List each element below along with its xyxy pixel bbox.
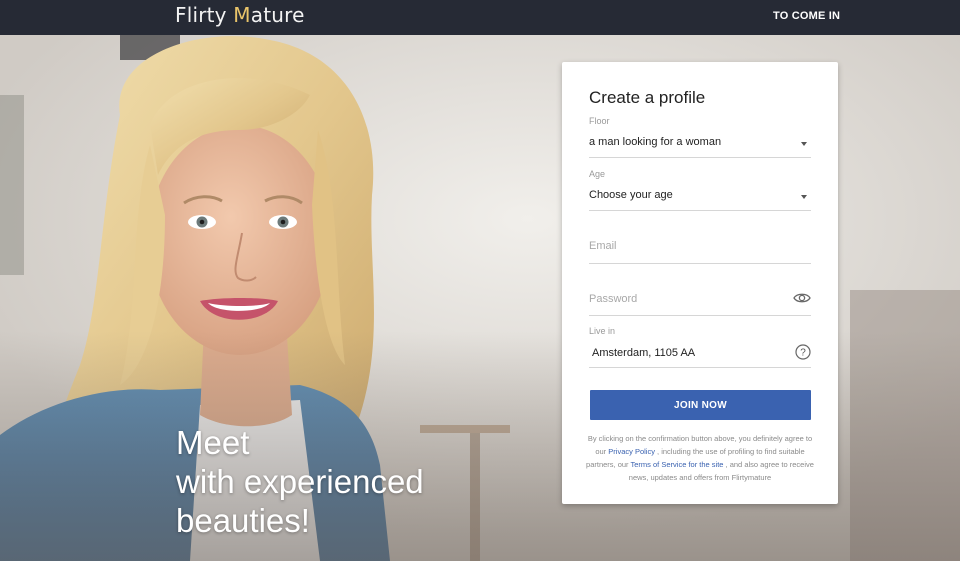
top-navigation-bar: Flirty Mature TO COME IN bbox=[0, 0, 960, 35]
floor-value[interactable]: a man looking for a woman bbox=[589, 136, 721, 148]
email-field[interactable]: Email bbox=[589, 222, 811, 265]
form-title: Create a profile bbox=[589, 88, 706, 107]
email-placeholder[interactable]: Email bbox=[589, 240, 617, 252]
eye-icon[interactable] bbox=[793, 291, 811, 305]
chevron-down-icon[interactable] bbox=[801, 142, 807, 146]
help-icon[interactable]: ? bbox=[795, 344, 811, 360]
join-now-button[interactable]: JOIN NOW bbox=[590, 390, 811, 420]
floor-underline bbox=[589, 157, 811, 158]
location-label: Live in bbox=[589, 326, 616, 336]
age-underline bbox=[589, 210, 811, 211]
login-link[interactable]: TO COME IN bbox=[773, 10, 840, 22]
privacy-policy-link[interactable]: Privacy Policy bbox=[608, 447, 655, 456]
legal-notice: By clicking on the confirmation button a… bbox=[586, 434, 814, 482]
terms-of-service-link[interactable]: Terms of Service for the site bbox=[631, 460, 724, 469]
age-label: Age bbox=[589, 169, 606, 179]
hero-headline: Meet with experienced beauties! bbox=[176, 423, 496, 540]
hero-line-3: beauties! bbox=[176, 502, 310, 539]
svg-text:?: ? bbox=[800, 348, 806, 359]
location-underline bbox=[589, 367, 811, 368]
chevron-down-icon[interactable] bbox=[801, 195, 807, 199]
email-underline bbox=[589, 263, 811, 264]
hero-line-2: with experienced bbox=[176, 463, 424, 500]
floor-label: Floor bbox=[589, 116, 610, 126]
hero-line-1: Meet bbox=[176, 424, 250, 461]
location-field[interactable]: Live in Amsterdam, 1105 AA ? bbox=[589, 326, 811, 369]
password-underline bbox=[589, 315, 811, 316]
registration-card: Create a profile Floor a man looking for… bbox=[562, 62, 838, 504]
age-select[interactable]: Age Choose your age bbox=[589, 169, 811, 212]
age-value[interactable]: Choose your age bbox=[589, 189, 673, 201]
location-value[interactable]: Amsterdam, 1105 AA bbox=[592, 347, 695, 359]
password-field[interactable]: Password bbox=[589, 274, 811, 317]
password-placeholder[interactable]: Password bbox=[589, 293, 637, 305]
floor-select[interactable]: Floor a man looking for a woman bbox=[589, 116, 811, 159]
site-logo[interactable]: Flirty Mature bbox=[175, 3, 305, 27]
